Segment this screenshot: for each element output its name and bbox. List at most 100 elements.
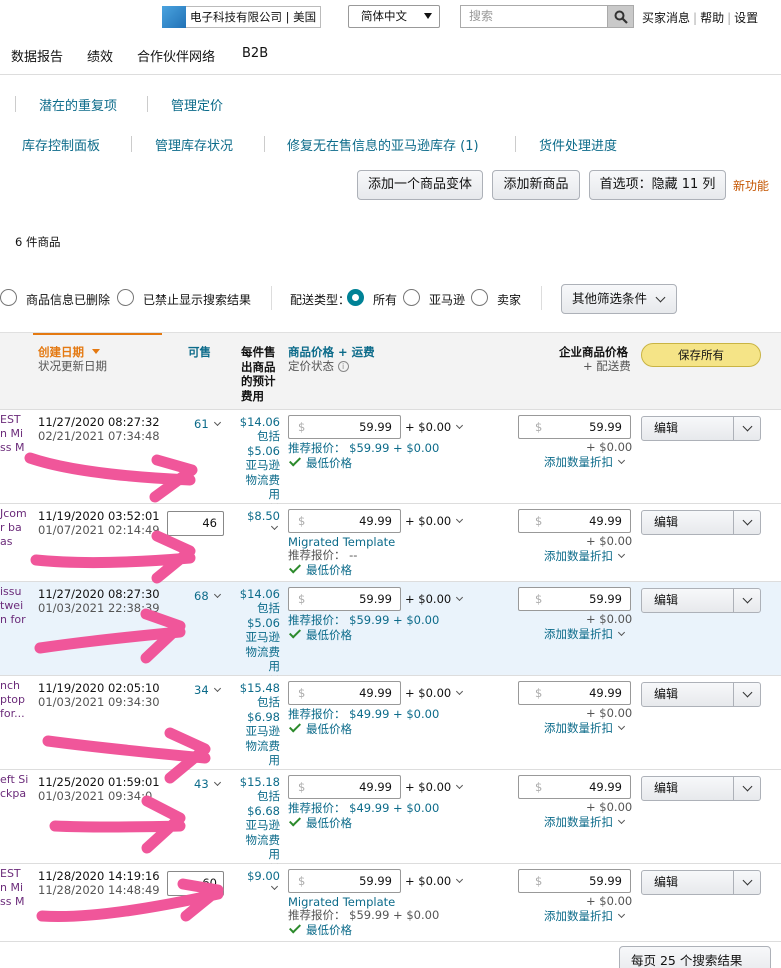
business-price-input[interactable]: $49.99	[518, 775, 631, 799]
add-quantity-discount-link[interactable]: 添加数量折扣	[544, 720, 626, 736]
link-fix-stranded-inventory[interactable]: 修复无在售信息的亚马逊库存 (1)	[287, 135, 479, 154]
product-title[interactable]: issu twei n for	[0, 585, 30, 627]
chevron-down-icon[interactable]	[270, 523, 279, 531]
lowest-price-label: 最低价格	[306, 923, 352, 937]
search-input[interactable]: 搜索	[460, 5, 608, 28]
search-button[interactable]	[607, 5, 634, 28]
edit-button[interactable]: 编辑	[641, 588, 761, 613]
nav-b2b[interactable]: B2B	[242, 46, 268, 61]
chevron-down-icon[interactable]	[742, 515, 753, 526]
store-switcher[interactable]: 电子科技有限公司 | 美国	[186, 6, 322, 28]
estimated-fee[interactable]: $14.06 包括 $5.06 亚马逊 物流费 用	[236, 587, 280, 673]
available-quantity-dropdown[interactable]: 68	[194, 589, 221, 603]
help-link[interactable]: 帮助	[700, 11, 724, 25]
business-price-input[interactable]: $49.99	[518, 681, 631, 705]
column-price[interactable]: 商品价格 + 运费	[288, 345, 375, 359]
price-input[interactable]: $59.99	[288, 415, 401, 439]
add-quantity-discount-link[interactable]: 添加数量折扣	[544, 814, 626, 830]
shipping-dropdown[interactable]: + $0.00	[405, 514, 464, 528]
add-quantity-discount-link[interactable]: 添加数量折扣	[544, 908, 626, 924]
add-quantity-discount-link[interactable]: 添加数量折扣	[544, 454, 626, 470]
product-title[interactable]: EST n Mi ss M	[0, 867, 30, 909]
results-per-page-select[interactable]: 每页 25 个搜索结果	[619, 946, 771, 968]
chevron-down-icon[interactable]	[742, 875, 753, 886]
nav-reports[interactable]: 数据报告	[11, 46, 63, 65]
column-status-updated[interactable]: 状况更新日期	[38, 359, 107, 373]
business-price-input[interactable]: $59.99	[518, 587, 631, 611]
estimated-fee[interactable]: $9.00	[236, 869, 280, 883]
add-quantity-discount-link[interactable]: 添加数量折扣	[544, 626, 626, 642]
edit-button[interactable]: 编辑	[641, 870, 761, 895]
estimated-fee[interactable]: $14.06 包括 $5.06 亚马逊 物流费 用	[236, 415, 280, 501]
price-input[interactable]: $49.99	[288, 681, 401, 705]
price-input[interactable]: $59.99	[288, 869, 401, 893]
column-created-date[interactable]: 创建日期	[38, 345, 101, 359]
more-filters-button[interactable]: 其他筛选条件	[561, 284, 677, 314]
business-price-input[interactable]: $59.99	[518, 415, 631, 439]
radio-all-selected[interactable]	[347, 289, 364, 306]
nav-performance[interactable]: 绩效	[87, 46, 113, 65]
radio-amazon[interactable]	[403, 289, 420, 306]
shipping-dropdown[interactable]: + $0.00	[405, 686, 464, 700]
nav-partner-network[interactable]: 合作伙伴网络	[137, 46, 215, 65]
edit-button[interactable]: 编辑	[641, 776, 761, 801]
shipping-dropdown[interactable]: + $0.00	[405, 592, 464, 606]
business-price-input[interactable]: $49.99	[518, 509, 631, 533]
available-quantity-dropdown[interactable]: 34	[194, 683, 221, 697]
pricing-template[interactable]: Migrated Template	[288, 895, 395, 909]
pricing-template[interactable]: Migrated Template	[288, 535, 395, 549]
edit-button[interactable]: 编辑	[641, 510, 761, 535]
edit-button[interactable]: 编辑	[641, 682, 761, 707]
link-manage-inventory-health[interactable]: 管理库存状况	[155, 135, 233, 154]
radio-suppressed[interactable]	[117, 289, 134, 306]
settings-link[interactable]: 设置	[734, 11, 758, 25]
shipping-dropdown[interactable]: + $0.00	[405, 874, 464, 888]
estimated-fee[interactable]: $15.48 包括 $6.98 亚马逊 物流费 用	[236, 681, 280, 767]
link-inventory-dashboard[interactable]: 库存控制面板	[22, 135, 100, 154]
price-input[interactable]: $49.99	[288, 775, 401, 799]
shipping-dropdown[interactable]: + $0.00	[405, 780, 464, 794]
estimated-fee[interactable]: $15.18 包括 $6.68 亚马逊 物流费 用	[236, 775, 280, 861]
chevron-down-icon[interactable]	[270, 883, 279, 891]
save-all-button[interactable]: 保存所有	[641, 343, 761, 367]
buyer-messages-link[interactable]: 买家消息	[642, 11, 690, 25]
created-date: 11/28/2020 14:19:16	[38, 869, 160, 883]
preferences-button[interactable]: 首选项：隐藏 11 列	[589, 170, 726, 200]
shipping-dropdown[interactable]: + $0.00	[405, 420, 464, 434]
lowest-price-status: 最低价格	[288, 454, 352, 471]
chevron-down-icon[interactable]	[742, 781, 753, 792]
chevron-down-icon	[655, 292, 666, 303]
chevron-down-icon[interactable]	[742, 421, 753, 432]
product-title[interactable]: EST n Mi ss M	[0, 413, 30, 455]
estimated-fee[interactable]: $8.50	[236, 509, 280, 523]
radio-seller[interactable]	[471, 289, 488, 306]
business-price-input[interactable]: $59.99	[518, 869, 631, 893]
available-quantity-dropdown[interactable]: 61	[194, 417, 221, 431]
add-variation-button[interactable]: 添加一个商品变体	[357, 170, 483, 200]
available-quantity-dropdown[interactable]: 43	[194, 777, 221, 791]
quantity-input[interactable]: 60	[167, 871, 224, 896]
add-quantity-discount-link[interactable]: 添加数量折扣	[544, 548, 626, 564]
edit-button[interactable]: 编辑	[641, 416, 761, 441]
quantity-input[interactable]: 46	[167, 511, 224, 536]
status-updated-date: 01/03/2021 09:34:0	[38, 789, 153, 803]
dates-cell: 11/19/2020 03:52:01 01/07/2021 02:14:49	[38, 509, 160, 537]
radio-deleted[interactable]	[0, 289, 17, 306]
column-price-status: 定价状态 i	[288, 359, 349, 373]
chevron-down-icon[interactable]	[742, 593, 753, 604]
link-shipment-progress[interactable]: 货件处理进度	[539, 135, 617, 154]
column-available[interactable]: 可售	[188, 345, 211, 359]
new-feature-link[interactable]: 新功能	[733, 177, 769, 194]
info-icon[interactable]: i	[337, 361, 349, 372]
price-value: 49.99	[359, 686, 392, 700]
price-input[interactable]: $49.99	[288, 509, 401, 533]
language-select[interactable]: 简体中文	[348, 5, 440, 28]
link-potential-duplicates[interactable]: 潜在的重复项	[39, 95, 117, 114]
chevron-down-icon[interactable]	[742, 687, 753, 698]
link-manage-pricing[interactable]: 管理定价	[171, 95, 223, 114]
product-title[interactable]: Jcom r ba as	[0, 507, 30, 549]
product-title[interactable]: nch ptop for...	[0, 679, 30, 721]
price-input[interactable]: $59.99	[288, 587, 401, 611]
product-title[interactable]: eft Si ckpa	[0, 773, 30, 801]
add-product-button[interactable]: 添加新商品	[492, 170, 580, 200]
